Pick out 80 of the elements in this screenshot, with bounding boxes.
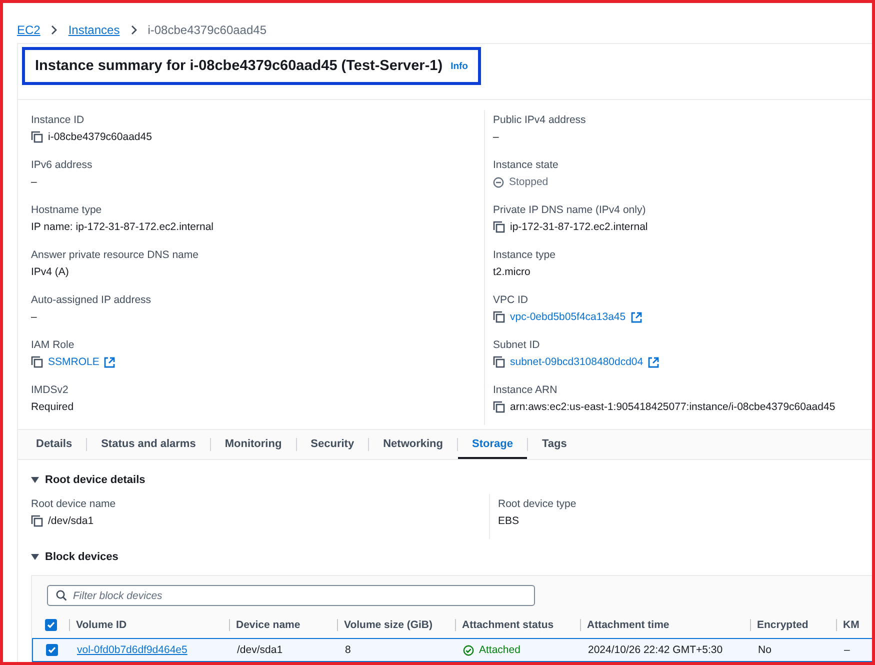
section-toggle[interactable]: Root device details xyxy=(31,468,146,492)
section-toggle[interactable]: Block devices xyxy=(31,545,118,569)
column-header: KM xyxy=(836,619,872,631)
stopped-icon xyxy=(493,176,504,188)
column-header: Device name xyxy=(229,619,337,631)
field-label: Public IPv4 address xyxy=(493,114,587,126)
column-header: Volume size (GiB) xyxy=(337,619,455,631)
row-checkbox[interactable] xyxy=(46,644,58,656)
resource-link[interactable]: vpc-0ebd5b05f4ca13a45 xyxy=(510,311,626,323)
copy-icon[interactable] xyxy=(31,515,43,527)
field-label: Instance ARN xyxy=(493,384,558,396)
table-cell-text: No xyxy=(757,644,772,656)
field-value: t2.micro xyxy=(493,266,530,278)
field-label: Instance state xyxy=(493,159,560,171)
copy-icon[interactable] xyxy=(493,221,505,233)
chevron-icon xyxy=(50,25,58,35)
field-label: Private IP DNS name (IPv4 only) xyxy=(493,204,647,216)
search-icon xyxy=(56,590,67,601)
tab[interactable]: Monitoring xyxy=(210,430,296,459)
breadcrumb-link[interactable]: EC2 xyxy=(17,23,40,37)
field-label: Subnet ID xyxy=(493,339,541,351)
field-label: IAM Role xyxy=(31,339,76,351)
table-cell-text: 8 xyxy=(344,644,352,656)
tab[interactable]: Networking xyxy=(369,430,457,459)
tab[interactable]: Status and alarms xyxy=(87,430,210,459)
tab[interactable]: Details xyxy=(22,430,86,459)
info-link[interactable]: Info xyxy=(450,60,468,72)
caret-icon xyxy=(31,553,39,561)
field-label: VPC ID xyxy=(493,294,530,306)
field-label: Hostname type xyxy=(31,204,103,216)
column-header: Volume ID xyxy=(69,619,229,631)
resource-link[interactable]: subnet-09bcd3108480dcd04 xyxy=(510,356,644,368)
tab[interactable]: Storage xyxy=(458,430,527,459)
status-text: Attached xyxy=(479,644,520,656)
field-value: – xyxy=(31,311,37,323)
page-title: Instance summary for i-08cbe4379c60aad45 (Test-Server-1) xyxy=(35,58,443,74)
field-label: IPv6 address xyxy=(31,159,94,171)
volume-link[interactable]: vol-0fd0b7d6df9d464e5 xyxy=(70,644,230,656)
copy-icon[interactable] xyxy=(31,131,43,143)
field-value: – xyxy=(493,131,499,143)
breadcrumb-current: i-08cbe4379c60aad45 xyxy=(148,23,266,37)
field-label: Instance ID xyxy=(31,114,86,126)
table-cell-text: /dev/sda1 xyxy=(236,644,284,656)
field-value: Required xyxy=(31,401,74,413)
field-label: Auto-assigned IP address xyxy=(31,294,152,306)
chevron-icon xyxy=(130,25,138,35)
table-cell-text: – xyxy=(843,644,851,656)
field-value: ip-172-31-87-172.ec2.internal xyxy=(510,221,648,233)
external-link-icon[interactable] xyxy=(104,356,116,368)
copy-icon[interactable] xyxy=(31,356,43,368)
copy-icon[interactable] xyxy=(493,311,505,323)
external-link-icon[interactable] xyxy=(648,356,660,368)
column-header: Encrypted xyxy=(750,619,836,631)
select-all-checkbox[interactable] xyxy=(44,619,56,631)
copy-icon[interactable] xyxy=(493,356,505,368)
field-label: Answer private resource DNS name xyxy=(31,249,200,261)
resource-link[interactable]: SSMROLE xyxy=(48,356,100,368)
caret-icon xyxy=(31,476,39,484)
tab[interactable]: Tags xyxy=(528,430,581,459)
field-value: i-08cbe4379c60aad45 xyxy=(48,131,152,143)
copy-icon[interactable] xyxy=(493,401,505,413)
column-header: Attachment status xyxy=(455,619,580,631)
external-link-icon[interactable] xyxy=(630,312,642,322)
field-value: /dev/sda1 xyxy=(48,515,94,527)
field-value: IP name: ip-172-31-87-172.ec2.internal xyxy=(31,221,214,233)
status-value: Stopped xyxy=(509,176,548,188)
field-value: – xyxy=(31,176,37,188)
field-value: EBS xyxy=(498,515,520,527)
table-cell-text: 2024/10/26 22:42 GMT+5:30 xyxy=(587,644,724,656)
field-value: IPv4 (A) xyxy=(31,266,69,278)
field-label: Root device type xyxy=(498,498,578,510)
breadcrumb-link[interactable]: Instances xyxy=(68,23,120,37)
success-icon xyxy=(463,644,474,656)
field-label: IMDSv2 xyxy=(31,384,70,396)
field-value: arn:aws:ec2:us-east-1:905418425077:instance/i-08cbe4379c60aad45 xyxy=(510,401,836,413)
field-label: Root device name xyxy=(31,498,117,510)
search-field[interactable]: Filter block devices xyxy=(47,585,535,606)
column-header: Attachment time xyxy=(580,619,750,631)
field-label: Instance type xyxy=(493,249,556,261)
tab[interactable]: Security xyxy=(296,430,368,459)
